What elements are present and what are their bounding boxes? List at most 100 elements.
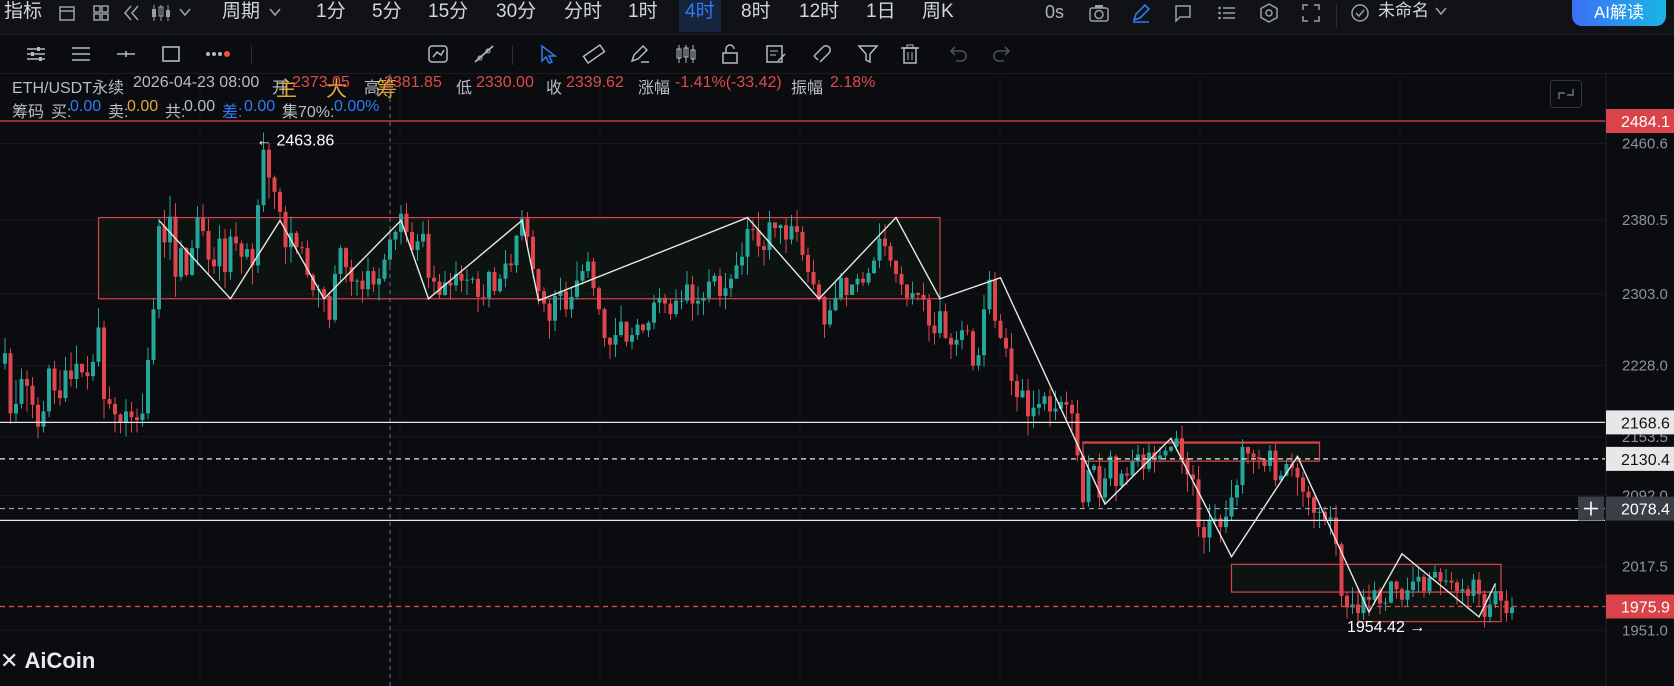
candlestick-chart[interactable]: 2460.62380.52303.02228.02153.52092.02017… xyxy=(0,74,1674,686)
candle-body xyxy=(338,248,343,274)
candle-body xyxy=(1042,396,1047,404)
buy-label: 买: xyxy=(51,104,72,121)
candle-body xyxy=(1345,595,1349,608)
cloud-icon[interactable] xyxy=(1348,3,1372,28)
candle-body xyxy=(212,259,216,267)
candle-body xyxy=(1367,596,1371,600)
layout-grid-icon[interactable] xyxy=(92,4,110,27)
menu-lines-icon[interactable] xyxy=(67,40,95,68)
candle-body xyxy=(993,279,997,321)
pencil-eraser-icon[interactable] xyxy=(626,40,654,68)
candle-body xyxy=(1224,516,1228,528)
select-line-icon[interactable] xyxy=(536,40,564,68)
timeframe-7[interactable]: 8时 xyxy=(741,0,771,34)
candle-body xyxy=(1119,473,1124,487)
candle-body xyxy=(344,248,348,268)
unlock-icon[interactable] xyxy=(716,40,744,68)
candle-body xyxy=(1460,589,1465,592)
ruler-icon[interactable] xyxy=(580,40,608,68)
fullscreen-icon[interactable] xyxy=(1300,3,1322,28)
rewind-icon[interactable] xyxy=(122,4,142,27)
timeframe-9[interactable]: 1日 xyxy=(866,0,896,34)
annotation-icon[interactable] xyxy=(1172,3,1194,28)
timeframe-8[interactable]: 12时 xyxy=(799,0,839,34)
add-alert-button[interactable] xyxy=(1578,496,1604,521)
camera-icon[interactable] xyxy=(1088,3,1110,28)
chevron-down-icon[interactable] xyxy=(1434,4,1448,23)
candle-body xyxy=(778,225,783,229)
ai-interpret-button[interactable]: AI解读 xyxy=(1572,0,1666,26)
timeframe-3[interactable]: 30分 xyxy=(496,0,536,34)
candle-body xyxy=(1015,380,1019,398)
candle-body xyxy=(1229,497,1234,517)
timeframe-5[interactable]: 1时 xyxy=(628,0,658,34)
candle-body xyxy=(641,324,645,331)
more-dots-icon[interactable] xyxy=(204,40,232,68)
sliders-icon[interactable] xyxy=(22,40,50,68)
timeframe-2[interactable]: 15分 xyxy=(428,0,468,34)
candle-body xyxy=(465,279,469,281)
timeframe-10[interactable]: 周K xyxy=(922,0,954,34)
magnet-icon[interactable] xyxy=(808,40,836,68)
candle-body xyxy=(872,260,876,273)
candle-body xyxy=(1009,348,1014,381)
candle-body xyxy=(1312,497,1316,513)
settings-hex-icon[interactable] xyxy=(1258,3,1280,28)
candle-body xyxy=(195,217,200,249)
candle-body xyxy=(404,213,409,232)
timeframe-4[interactable]: 分时 xyxy=(564,0,602,34)
calendar-icon[interactable] xyxy=(58,4,76,27)
candle-body xyxy=(1048,396,1052,412)
candle-body xyxy=(767,222,772,251)
candle-body xyxy=(1235,485,1239,498)
timeframe-0[interactable]: 1分 xyxy=(316,0,346,34)
period-button[interactable]: 周期 xyxy=(222,0,260,34)
candle-body xyxy=(421,233,425,242)
aicoin-logo-mark: ✕ xyxy=(0,648,19,673)
trash-icon[interactable] xyxy=(896,40,924,68)
aicoin-logo: ✕ AiCoin xyxy=(0,648,95,674)
filter-icon[interactable] xyxy=(854,40,882,68)
candle-body xyxy=(564,291,568,310)
candle-body xyxy=(817,284,821,297)
low-value: 2330.00 xyxy=(476,74,534,91)
candle-body xyxy=(201,217,205,231)
candle-body xyxy=(1416,576,1421,582)
open-label: 开 xyxy=(272,80,289,97)
high-marker: ← 2463.86 xyxy=(256,132,334,149)
sell-value: 0.00 xyxy=(127,98,159,115)
candle-body xyxy=(1251,453,1256,458)
chevron-down-icon[interactable] xyxy=(268,5,282,24)
candle-body xyxy=(1400,589,1404,600)
layout-name[interactable]: 未命名 xyxy=(1378,0,1429,34)
collapse-panel-icon[interactable] xyxy=(1550,80,1582,108)
timeframe-1[interactable]: 5分 xyxy=(372,0,402,34)
candle-body xyxy=(509,263,513,266)
timeframe-6[interactable]: 4时 xyxy=(679,0,721,32)
horizontal-line-icon[interactable] xyxy=(112,40,140,68)
chevron-down-icon[interactable] xyxy=(178,5,192,24)
candle-body xyxy=(228,236,233,273)
candlestick-icon[interactable] xyxy=(672,40,700,68)
candle-body xyxy=(806,254,810,273)
price-tick-1: 2380.5 xyxy=(1622,212,1668,229)
undo-icon[interactable] xyxy=(944,40,972,68)
redo-icon[interactable] xyxy=(988,40,1016,68)
rectangle-icon[interactable] xyxy=(157,40,185,68)
candle-body xyxy=(536,269,541,292)
pencil-icon[interactable] xyxy=(1130,3,1152,28)
line-tools-icon[interactable] xyxy=(470,40,498,68)
candle-body xyxy=(1427,577,1432,592)
indicator-button[interactable]: 指标 xyxy=(4,0,42,34)
change-value: -1.41%(-33.42) xyxy=(675,74,782,91)
list-settings-icon[interactable] xyxy=(1216,3,1238,28)
candlestick-type-icon[interactable] xyxy=(150,4,172,27)
candle-body xyxy=(234,236,238,244)
text-edit-icon[interactable] xyxy=(762,40,790,68)
high-label: 高 xyxy=(364,80,381,97)
price-tick-0: 2460.6 xyxy=(1622,135,1668,152)
candle-body xyxy=(828,310,832,325)
refresh-swap-icon[interactable] xyxy=(424,40,452,68)
candle-body xyxy=(1026,390,1030,417)
candle-body xyxy=(921,294,926,300)
